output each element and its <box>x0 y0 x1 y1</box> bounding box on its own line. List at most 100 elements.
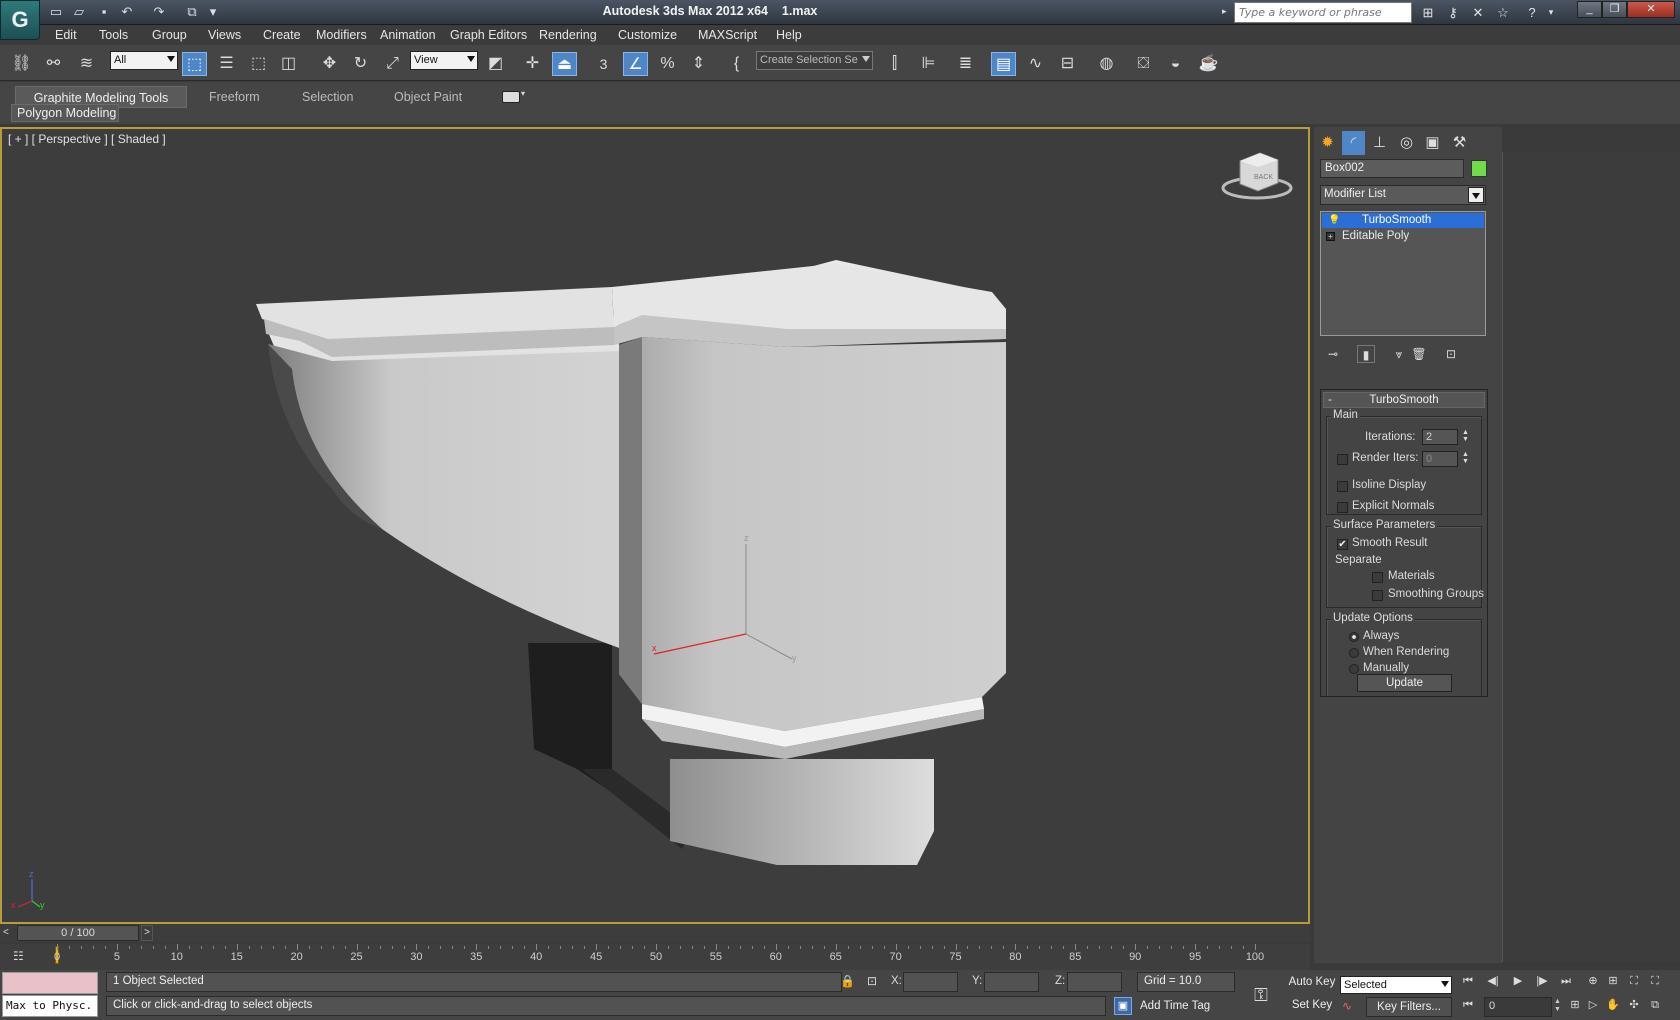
menu-tools[interactable]: Tools <box>99 25 128 45</box>
object-name-field[interactable]: Box002 <box>1320 159 1464 178</box>
rendered-frame-window-icon[interactable]: ◒ <box>1163 52 1188 76</box>
time-configuration-icon[interactable]: ⊞ <box>1566 996 1584 1015</box>
next-frame-icon[interactable]: |▶ <box>1533 972 1551 991</box>
redo-icon[interactable]: ↷ <box>150 3 168 21</box>
edit-named-selection-icon[interactable]: { <box>724 52 749 76</box>
spinner-arrows-icon[interactable]: ▲ ▼ <box>1554 998 1563 1014</box>
open-file-icon[interactable]: ▱ <box>70 3 88 21</box>
bind-space-warp-icon[interactable]: ≋ <box>74 52 99 76</box>
pivot-center-icon[interactable]: ◩ <box>483 52 508 76</box>
modify-panel-icon[interactable]: ◜ <box>1342 131 1365 155</box>
object-color-swatch[interactable] <box>1471 160 1487 177</box>
render-production-icon[interactable]: ☕ <box>1196 52 1221 76</box>
select-and-scale-icon[interactable]: ⤢ <box>380 52 405 76</box>
select-by-name-icon[interactable]: ☰ <box>214 52 239 76</box>
update-button[interactable]: Update <box>1357 674 1452 692</box>
current-frame-field[interactable]: 0 <box>1484 997 1552 1017</box>
set-key-button[interactable]: Set Key <box>1286 995 1338 1015</box>
viewcube[interactable]: BACK <box>1221 152 1293 200</box>
goto-end-icon[interactable]: ⏭ <box>1557 972 1575 991</box>
select-and-link-icon[interactable]: ⛓ <box>9 52 34 76</box>
minimize-icon[interactable]: _ <box>1577 1 1602 18</box>
isoline-display-checkbox[interactable] <box>1337 481 1348 492</box>
menu-group[interactable]: Group <box>152 25 187 45</box>
goto-start-icon[interactable]: ⏮ <box>1459 972 1477 991</box>
smooth-result-checkbox[interactable]: ✔ <box>1337 539 1348 550</box>
tab-freeform[interactable]: Freeform <box>209 86 260 108</box>
modifier-list-dropdown[interactable]: Modifier List <box>1320 185 1486 205</box>
smoothing-groups-checkbox[interactable] <box>1372 590 1383 601</box>
zoom-all-icon[interactable]: ⊞ <box>1604 972 1622 991</box>
polygon-modeling-panel[interactable]: Polygon Modeling <box>11 104 119 122</box>
select-and-rotate-icon[interactable]: ↻ <box>348 52 373 76</box>
tab-object-paint[interactable]: Object Paint <box>394 86 462 108</box>
ribbon-options-icon[interactable] <box>502 91 520 103</box>
maximize-viewport-icon[interactable]: ⧉ <box>1646 996 1664 1015</box>
stack-item-turbosmooth[interactable]: 💡 TurboSmooth <box>1322 213 1484 228</box>
configure-modifier-sets-icon[interactable]: ⊡ <box>1442 345 1460 363</box>
time-slider-prev-icon[interactable]: < <box>3 927 15 940</box>
menu-maxscript[interactable]: MAXScript <box>698 25 757 45</box>
render-iters-spinner[interactable]: 0 <box>1422 451 1458 467</box>
search-expand-icon[interactable]: ▸ <box>1222 6 1227 17</box>
x-coord-field[interactable] <box>903 972 958 992</box>
menu-graph-editors[interactable]: Graph Editors <box>450 25 527 45</box>
select-and-move-icon[interactable]: ✥ <box>317 52 342 76</box>
keyboard-shortcut-override-icon[interactable]: ⏏ <box>552 52 577 76</box>
render-iters-checkbox[interactable] <box>1337 454 1348 465</box>
previous-frame-icon[interactable]: ◀| <box>1484 972 1502 991</box>
layer-manager-icon[interactable]: ≣ <box>953 52 978 76</box>
manually-radio[interactable] <box>1349 664 1359 674</box>
field-of-view-icon[interactable]: ▷ <box>1584 996 1602 1015</box>
pan-view-icon[interactable]: ✋ <box>1604 996 1622 1015</box>
binoculars-icon[interactable]: ⊞ <box>1418 3 1438 22</box>
explicit-normals-checkbox[interactable] <box>1337 502 1348 513</box>
app-logo-icon[interactable]: G <box>0 0 40 40</box>
graphite-toggle-icon[interactable]: ▤ <box>991 52 1016 76</box>
hierarchy-panel-icon[interactable]: ⊥ <box>1368 131 1391 155</box>
angle-snap-icon[interactable]: ∠ <box>623 52 648 76</box>
mirror-icon[interactable]: ⫿ <box>882 52 907 76</box>
restore-icon[interactable]: ❐ <box>1602 1 1627 18</box>
selection-filter-dropdown[interactable]: All <box>110 51 178 70</box>
zoom-extents-icon[interactable]: ⛶ <box>1625 972 1643 991</box>
render-setup-icon[interactable]: ⛋ <box>1131 52 1156 76</box>
communication-center-icon[interactable]: ✕ <box>1468 3 1488 22</box>
selection-lock-icon[interactable]: 🔒 <box>840 974 855 988</box>
key-mode-dropdown[interactable]: Selected <box>1340 976 1452 994</box>
when-rendering-radio[interactable] <box>1349 648 1359 658</box>
time-slider-thumb[interactable]: 0 / 100 <box>17 925 139 941</box>
reference-coordinate-dropdown[interactable]: View <box>410 51 478 70</box>
stack-item-editable-poly[interactable]: + Editable Poly <box>1322 229 1484 244</box>
menu-edit[interactable]: Edit <box>55 25 77 45</box>
motion-panel-icon[interactable]: ◎ <box>1395 131 1418 155</box>
favorites-star-icon[interactable]: ☆ <box>1493 3 1513 22</box>
expand-plus-icon[interactable]: + <box>1326 232 1335 241</box>
menu-animation[interactable]: Animation <box>380 25 436 45</box>
utilities-hammer-icon[interactable]: ⚒ <box>1448 131 1471 155</box>
box002-mesh[interactable] <box>256 260 1006 865</box>
subscription-key-icon[interactable]: ⚷ <box>1443 3 1463 22</box>
chevron-down-icon[interactable]: ▾ <box>521 89 525 98</box>
select-object-icon[interactable]: ⬚ <box>182 52 207 76</box>
snaps-toggle-icon[interactable]: 3 <box>591 52 616 76</box>
add-time-tag[interactable]: Add Time Tag <box>1140 1000 1210 1012</box>
remove-modifier-icon[interactable]: 🗑 <box>1410 345 1428 363</box>
curve-editor-mini-icon[interactable]: ☷ <box>13 949 31 965</box>
search-input[interactable]: Type a keyword or phrase <box>1234 2 1412 23</box>
close-icon[interactable]: ✕ <box>1627 1 1675 18</box>
maxscript-listener-pink[interactable] <box>2 972 98 994</box>
y-coord-field[interactable] <box>984 972 1039 992</box>
menu-rendering[interactable]: Rendering <box>539 25 597 45</box>
menu-customize[interactable]: Customize <box>618 25 677 45</box>
materials-checkbox[interactable] <box>1372 572 1383 583</box>
key-tangent-icon[interactable]: ∿ <box>1342 999 1360 1015</box>
tab-selection[interactable]: Selection <box>302 86 353 108</box>
isolate-selection-icon[interactable]: ▣ <box>1114 997 1132 1015</box>
chevron-down-icon[interactable] <box>1468 187 1484 203</box>
new-file-icon[interactable]: ▭ <box>47 3 65 21</box>
iterations-spinner[interactable]: 2 <box>1422 429 1458 445</box>
orbit-icon[interactable]: ✣ <box>1625 996 1643 1015</box>
align-icon[interactable]: ⊫ <box>916 52 941 76</box>
material-editor-icon[interactable]: ◍ <box>1094 52 1119 76</box>
